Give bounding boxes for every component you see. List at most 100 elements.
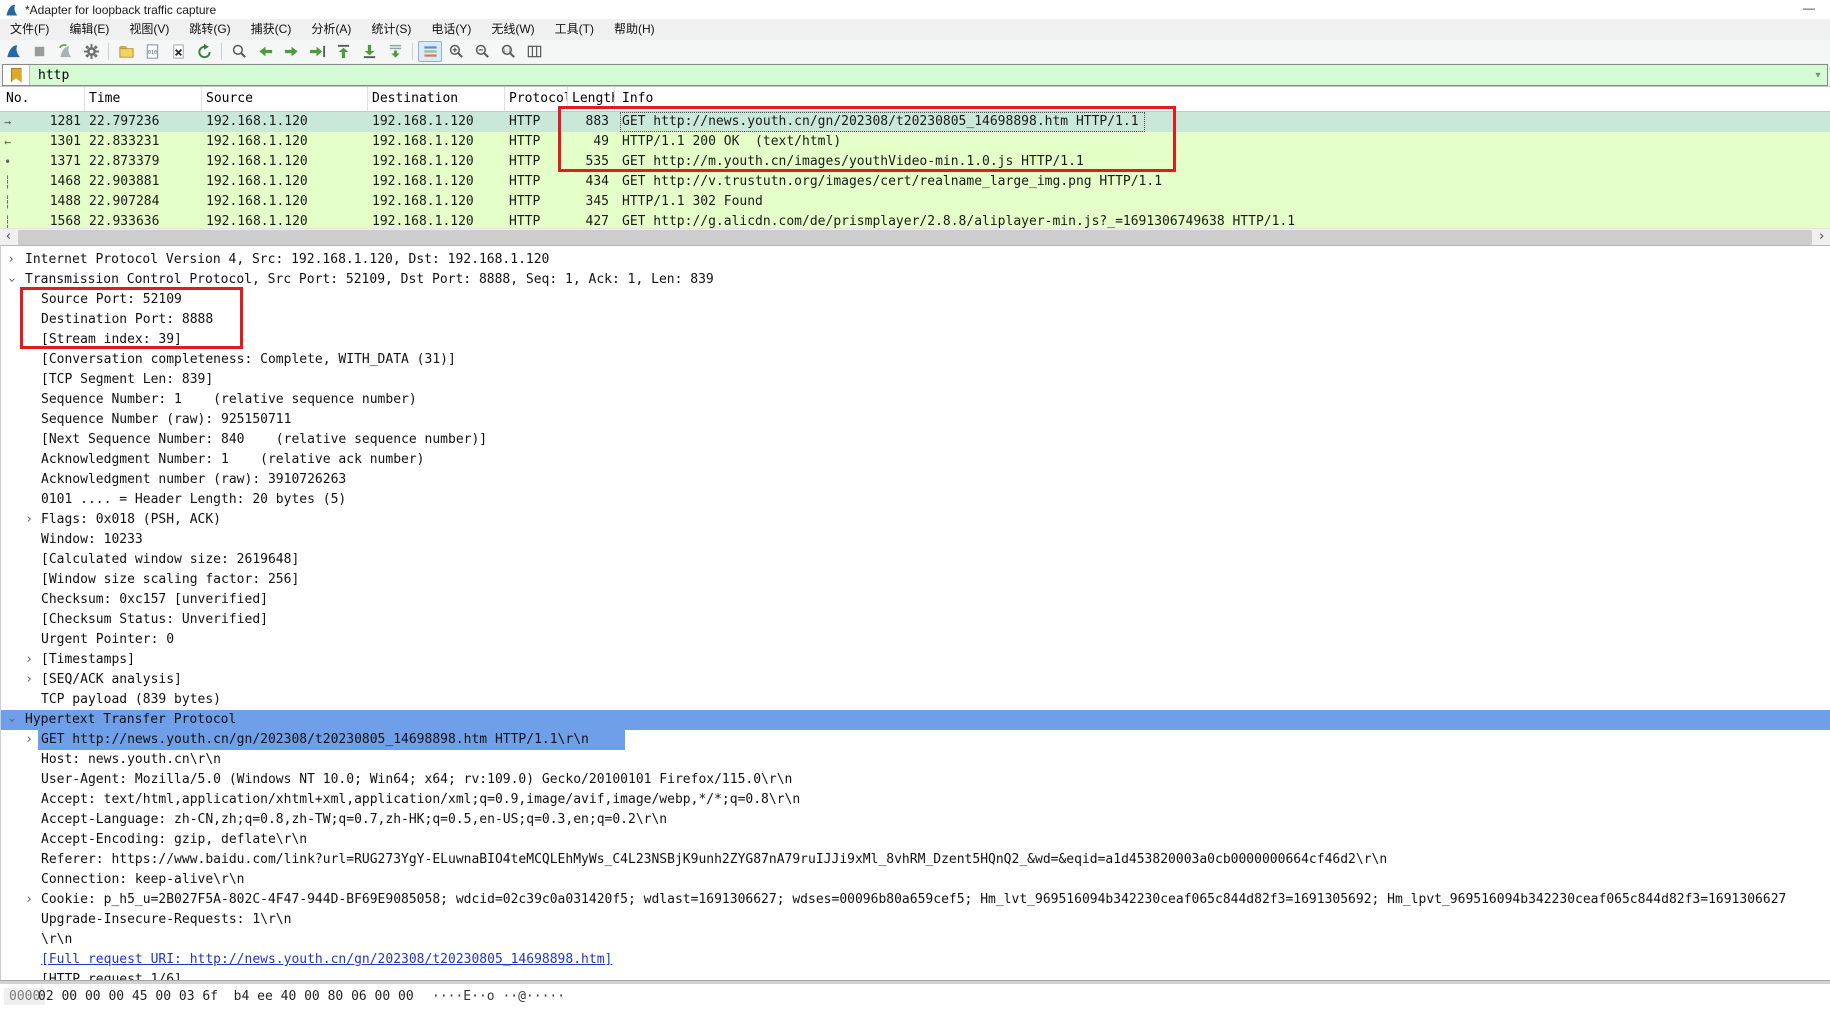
go-forward-icon[interactable] [279, 41, 303, 62]
filter-dropdown-icon[interactable]: ▾ [1809, 65, 1827, 85]
detail-row[interactable]: Referer: https://www.baidu.com/link?url=… [1, 850, 1830, 870]
menu-view[interactable]: 视图(V) [119, 19, 179, 40]
packet-time-cell: 22.907284 [85, 192, 202, 212]
detail-row[interactable]: ›[SEQ/ACK analysis] [1, 670, 1830, 690]
expand-arrow-icon[interactable]: › [23, 670, 35, 690]
go-to-packet-icon[interactable] [305, 41, 329, 62]
hex-ascii[interactable]: ····E··o ··@····· [432, 989, 565, 1004]
horizontal-scrollbar[interactable]: ‹ › [0, 228, 1830, 246]
go-last-icon[interactable] [357, 41, 381, 62]
menu-tools[interactable]: 工具(T) [545, 19, 604, 40]
minimize-button[interactable]: — [1792, 0, 1826, 18]
auto-scroll-icon[interactable] [383, 41, 407, 62]
detail-row[interactable]: [Conversation completeness: Complete, WI… [1, 350, 1830, 370]
detail-row[interactable]: [Window size scaling factor: 256] [1, 570, 1830, 590]
column-header-no[interactable]: No. [0, 87, 85, 111]
detail-row[interactable]: [Next Sequence Number: 840 (relative seq… [1, 430, 1830, 450]
detail-row[interactable]: Upgrade-Insecure-Requests: 1\r\n [1, 910, 1830, 930]
detail-row[interactable]: ›[Timestamps] [1, 650, 1830, 670]
menu-capture[interactable]: 捕获(C) [241, 19, 302, 40]
expand-arrow-icon[interactable]: › [23, 730, 35, 750]
packet-no-cell: ┆1568 [0, 212, 85, 228]
save-file-icon[interactable]: 010 [140, 41, 164, 62]
menu-file[interactable]: 文件(F) [0, 19, 59, 40]
expand-arrow-icon[interactable]: › [23, 510, 35, 530]
open-file-icon[interactable] [114, 41, 138, 62]
detail-row[interactable]: Accept-Language: zh-CN,zh;q=0.8,zh-TW;q=… [1, 810, 1830, 830]
scroll-right-arrow[interactable]: › [1813, 229, 1830, 246]
expand-arrow-icon[interactable]: › [23, 890, 35, 910]
menu-wireless[interactable]: 无线(W) [481, 19, 544, 40]
column-header-destination[interactable]: Destination [368, 87, 505, 111]
go-first-icon[interactable] [331, 41, 355, 62]
detail-row[interactable]: Sequence Number: 1 (relative sequence nu… [1, 390, 1830, 410]
detail-row[interactable]: Source Port: 52109 [1, 290, 1830, 310]
packet-no-cell: ┆1488 [0, 192, 85, 212]
scroll-left-arrow[interactable]: ‹ [0, 229, 17, 246]
display-filter-input[interactable]: http [30, 65, 1809, 85]
packet-row[interactable]: ┆146822.903881192.168.1.120192.168.1.120… [0, 172, 1830, 192]
menu-statistics[interactable]: 统计(S) [361, 19, 421, 40]
detail-row[interactable]: 0101 .... = Header Length: 20 bytes (5) [1, 490, 1830, 510]
capture-options-icon[interactable] [79, 41, 103, 62]
detail-row[interactable]: Connection: keep-alive\r\n [1, 870, 1830, 890]
packet-row[interactable]: ┆156822.933636192.168.1.120192.168.1.120… [0, 212, 1830, 228]
detail-row[interactable]: [Calculated window size: 2619648] [1, 550, 1830, 570]
detail-row[interactable]: Acknowledgment number (raw): 3910726263 [1, 470, 1830, 490]
column-header-source[interactable]: Source [202, 87, 368, 111]
stop-capture-icon[interactable] [27, 41, 51, 62]
detail-row[interactable]: Host: news.youth.cn\r\n [1, 750, 1830, 770]
detail-row[interactable]: ›Hypertext Transfer Protocol [1, 710, 1830, 730]
detail-row[interactable]: Accept-Encoding: gzip, deflate\r\n [1, 830, 1830, 850]
detail-row[interactable]: [Full request URI: http://news.youth.cn/… [1, 950, 1830, 970]
start-capture-icon[interactable] [1, 41, 25, 62]
detail-row[interactable]: \r\n [1, 930, 1830, 950]
restart-capture-icon[interactable] [53, 41, 77, 62]
expand-arrow-icon[interactable]: › [23, 650, 35, 670]
packet-source-cell: 192.168.1.120 [202, 112, 368, 132]
detail-row[interactable]: ›Cookie: p_h5_u=2B027F5A-802C-4F47-944D-… [1, 890, 1830, 910]
detail-row[interactable]: User-Agent: Mozilla/5.0 (Windows NT 10.0… [1, 770, 1830, 790]
reload-icon[interactable] [192, 41, 216, 62]
detail-row[interactable]: Sequence Number (raw): 925150711 [1, 410, 1830, 430]
menu-help[interactable]: 帮助(H) [604, 19, 665, 40]
detail-text: Sequence Number (raw): 925150711 [41, 412, 291, 427]
column-header-time[interactable]: Time [85, 87, 202, 111]
svg-text:1:1: 1:1 [502, 48, 511, 54]
collapse-arrow-icon[interactable]: › [1, 274, 21, 286]
detail-row[interactable]: ›Internet Protocol Version 4, Src: 192.1… [1, 250, 1830, 270]
detail-row[interactable]: Accept: text/html,application/xhtml+xml,… [1, 790, 1830, 810]
menu-edit[interactable]: 编辑(E) [59, 19, 119, 40]
menu-go[interactable]: 跳转(G) [179, 19, 240, 40]
detail-row[interactable]: Urgent Pointer: 0 [1, 630, 1830, 650]
detail-row[interactable]: [Checksum Status: Unverified] [1, 610, 1830, 630]
zoom-in-icon[interactable] [444, 41, 468, 62]
detail-row[interactable]: Window: 10233 [1, 530, 1830, 550]
detail-row[interactable]: Acknowledgment Number: 1 (relative ack n… [1, 450, 1830, 470]
collapse-arrow-icon[interactable]: › [1, 714, 21, 726]
zoom-reset-icon[interactable]: 1:1 [496, 41, 520, 62]
detail-row[interactable]: [TCP Segment Len: 839] [1, 370, 1830, 390]
packet-row[interactable]: ┆148822.907284192.168.1.120192.168.1.120… [0, 192, 1830, 212]
detail-row[interactable]: Destination Port: 8888 [1, 310, 1830, 330]
menu-telephony[interactable]: 电话(Y) [421, 19, 481, 40]
zoom-out-icon[interactable] [470, 41, 494, 62]
detail-text: Checksum: 0xc157 [unverified] [41, 592, 268, 607]
scrollbar-thumb[interactable] [18, 230, 1812, 245]
detail-row[interactable]: TCP payload (839 bytes) [1, 690, 1830, 710]
detail-row[interactable]: ›Flags: 0x018 (PSH, ACK) [1, 510, 1830, 530]
go-back-icon[interactable] [253, 41, 277, 62]
filter-bookmark-button[interactable] [3, 65, 30, 85]
close-file-icon[interactable] [166, 41, 190, 62]
find-packet-icon[interactable] [227, 41, 251, 62]
detail-row[interactable]: ›GET http://news.youth.cn/gn/202308/t202… [1, 730, 1830, 750]
menu-analyze[interactable]: 分析(A) [301, 19, 361, 40]
colorize-icon[interactable] [418, 41, 442, 62]
expand-arrow-icon[interactable]: › [5, 250, 17, 270]
resize-columns-icon[interactable] [522, 41, 546, 62]
detail-row[interactable]: Checksum: 0xc157 [unverified] [1, 590, 1830, 610]
hex-bytes[interactable]: 02 00 00 00 45 00 03 6f b4 ee 40 00 80 0… [38, 989, 414, 1004]
detail-row[interactable]: [Stream index: 39] [1, 330, 1830, 350]
detail-row[interactable]: [HTTP request 1/6] [1, 970, 1830, 980]
detail-row[interactable]: ›Transmission Control Protocol, Src Port… [1, 270, 1830, 290]
